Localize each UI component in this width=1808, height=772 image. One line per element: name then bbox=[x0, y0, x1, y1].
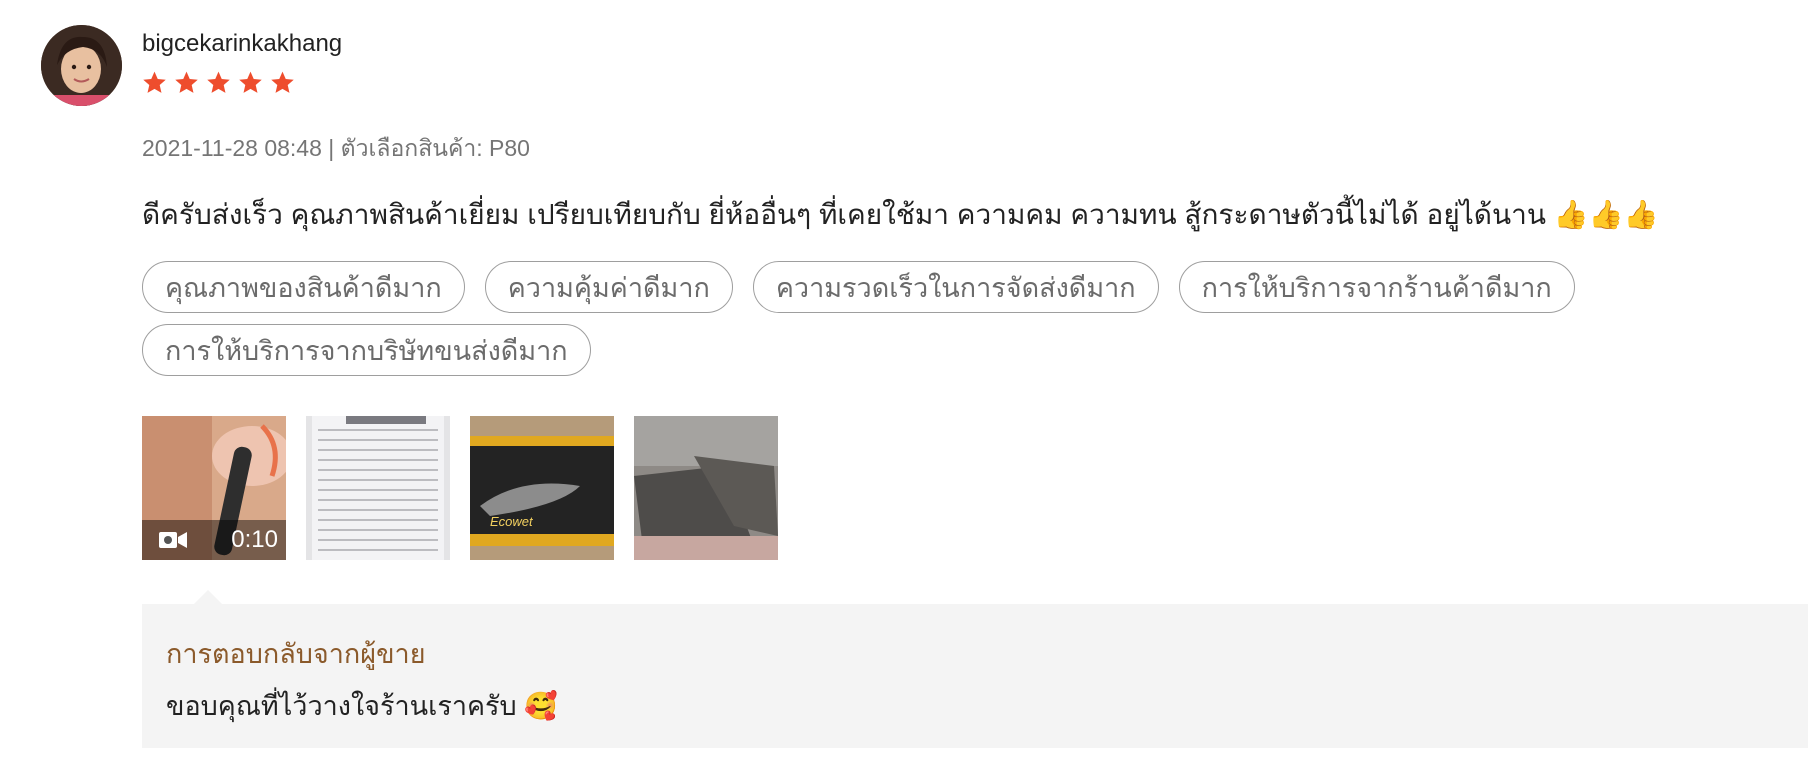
review-tag: การให้บริการจากบริษัทขนส่งดีมาก bbox=[142, 324, 591, 376]
video-thumbnail[interactable]: 0:10 bbox=[142, 416, 286, 560]
product-review: bigcekarinkakhang 2021-11-28 08:48 | ตัว… bbox=[0, 0, 1808, 772]
image-caption: Ecowet bbox=[490, 514, 534, 529]
star-icon bbox=[207, 71, 230, 93]
seller-reply-text: ขอบคุณที่ไว้วางใจร้านเราครับ 🥰 bbox=[166, 691, 558, 721]
video-duration: 0:10 bbox=[231, 526, 278, 553]
review-tag: คุณภาพของสินค้าดีมาก bbox=[142, 261, 465, 313]
video-overlay: 0:10 bbox=[142, 520, 286, 560]
reviewer-username[interactable]: bigcekarinkakhang bbox=[142, 30, 342, 58]
star-icon bbox=[239, 71, 262, 93]
image-thumbnail[interactable] bbox=[634, 416, 778, 560]
avatar[interactable] bbox=[41, 25, 122, 106]
review-tag: ความคุ้มค่าดีมาก bbox=[484, 261, 733, 313]
star-icon bbox=[143, 71, 166, 93]
seller-reply-title: การตอบกลับจากผู้ขาย bbox=[166, 639, 426, 669]
review-comment: ดีครับส่งเร็ว คุณภาพสินค้าเยี่ยม เปรียบเ… bbox=[142, 199, 1659, 230]
review-media-list: 0:10 Ecowet bbox=[142, 416, 778, 560]
star-icon bbox=[175, 71, 198, 93]
image-thumbnail[interactable] bbox=[306, 416, 450, 560]
star-icon bbox=[271, 71, 294, 93]
video-camera-icon bbox=[158, 530, 188, 550]
review-tags: คุณภาพของสินค้าดีมาก ความคุ้มค่าดีมาก คว… bbox=[142, 261, 1682, 376]
image-thumbnail[interactable]: Ecowet bbox=[470, 416, 614, 560]
star-rating bbox=[142, 70, 295, 95]
review-tag: ความรวดเร็วในการจัดส่งดีมาก bbox=[752, 261, 1159, 313]
seller-reply: การตอบกลับจากผู้ขาย ขอบคุณที่ไว้วางใจร้า… bbox=[142, 590, 1808, 748]
review-tag: การให้บริการจากร้านค้าดีมาก bbox=[1178, 261, 1575, 313]
review-meta: 2021-11-28 08:48 | ตัวเลือกสินค้า: P80 bbox=[142, 135, 530, 161]
